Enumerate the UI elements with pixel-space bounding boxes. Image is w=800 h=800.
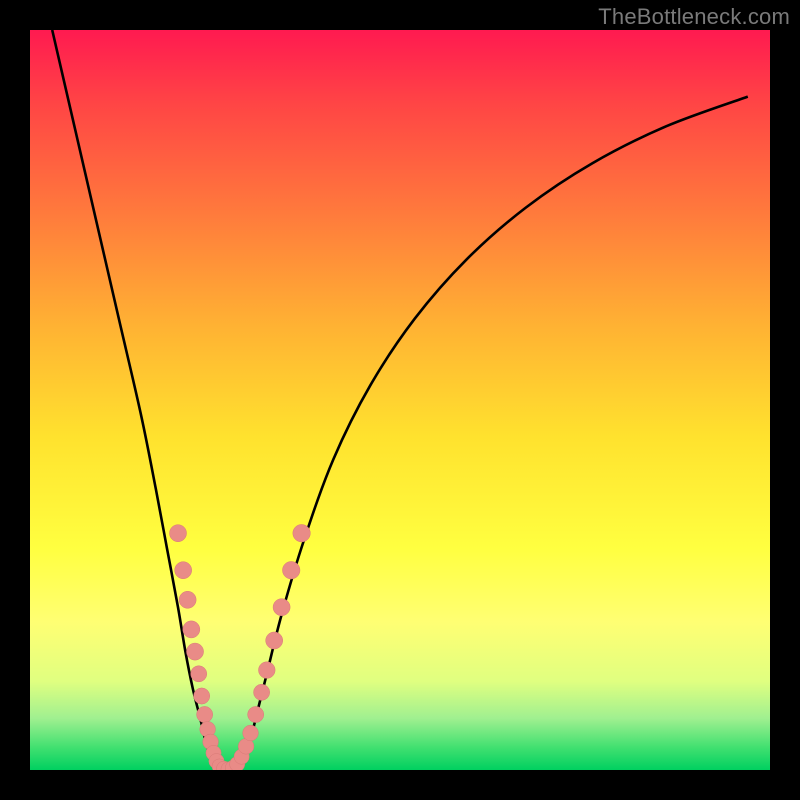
data-marker <box>293 524 310 541</box>
watermark-text: TheBottleneck.com <box>598 4 790 30</box>
chart-svg <box>30 30 770 770</box>
chart-plot-area <box>30 30 770 770</box>
data-marker <box>197 706 213 722</box>
data-marker <box>187 643 204 660</box>
data-marker <box>266 632 283 649</box>
data-marker <box>282 561 299 578</box>
data-marker <box>248 706 264 722</box>
data-marker <box>243 725 259 741</box>
data-marker <box>273 599 290 616</box>
data-marker <box>169 525 186 542</box>
data-marker <box>183 621 200 638</box>
curve-line <box>52 30 748 770</box>
data-marker <box>259 662 276 679</box>
chart-frame: TheBottleneck.com <box>0 0 800 800</box>
data-marker <box>254 684 270 700</box>
data-marker <box>179 591 196 608</box>
data-marker <box>194 688 210 704</box>
data-marker <box>191 666 207 682</box>
data-marker <box>175 562 192 579</box>
